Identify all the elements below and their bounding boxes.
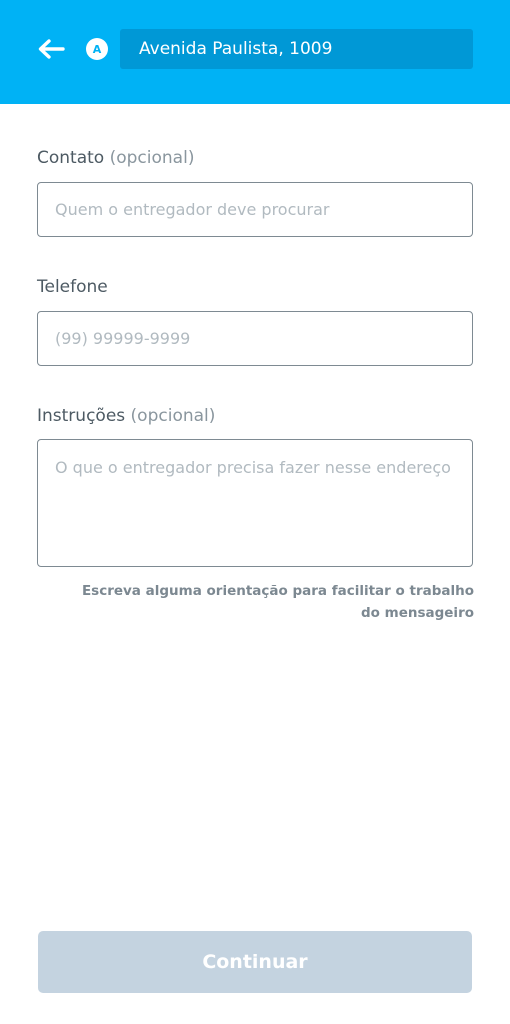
instructions-optional-text: (opcional) [130,406,216,426]
instructions-label-text: Instruções [37,406,126,426]
address-marker-icon: A [86,38,108,60]
back-button[interactable] [34,32,68,66]
contact-input[interactable] [37,182,473,237]
phone-label-text: Telefone [37,277,108,297]
instructions-textarea[interactable] [37,439,473,567]
contact-label: Contato (opcional) [37,148,194,168]
instructions-hint: Escreva alguma orientação para facilitar… [81,583,474,621]
contact-label-text: Contato [37,148,105,168]
arrow-left-icon [38,39,65,59]
app-header: A Avenida Paulista, 1009 [0,0,510,104]
contact-optional-text: (opcional) [109,148,195,168]
phone-input[interactable] [37,311,473,366]
instructions-label: Instruções (opcional) [37,406,215,426]
address-field[interactable]: Avenida Paulista, 1009 [120,29,473,69]
continue-button[interactable]: Continuar [38,931,472,993]
phone-label: Telefone [37,277,108,297]
